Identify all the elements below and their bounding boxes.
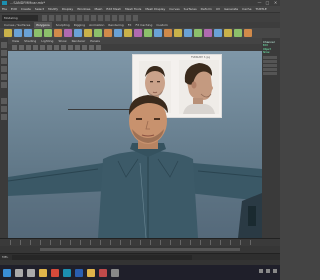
shelf-tool-icon[interactable] (124, 29, 132, 37)
shelf-tool-icon[interactable] (4, 29, 12, 37)
bookmarks-icon[interactable] (19, 45, 24, 50)
photoshop-icon[interactable] (75, 268, 83, 277)
scale-tool-icon[interactable] (1, 82, 7, 88)
shelf-tool-icon[interactable] (114, 29, 122, 37)
attribute-row[interactable] (263, 55, 277, 59)
select-hierarchy-icon[interactable] (77, 15, 82, 21)
shelf-tool-icon[interactable] (84, 29, 92, 37)
attribute-row[interactable] (263, 71, 277, 75)
snap-curve-icon[interactable] (105, 15, 110, 21)
shelf-tool-icon[interactable] (174, 29, 182, 37)
range-slider[interactable] (0, 246, 280, 253)
camera-attributes-icon[interactable] (12, 45, 17, 50)
wireframe-icon[interactable] (54, 45, 59, 50)
maya-icon[interactable] (63, 268, 71, 277)
shelf-tool-icon[interactable] (34, 29, 42, 37)
character-model[interactable] (8, 51, 262, 238)
file-explorer-icon[interactable] (39, 268, 47, 277)
ipr-render-icon[interactable] (126, 15, 131, 21)
shelf-tool-icon[interactable] (134, 29, 142, 37)
channel-box-show[interactable]: Show (263, 51, 279, 55)
four-view-layout-icon[interactable] (1, 106, 7, 112)
film-gate-icon[interactable] (40, 45, 45, 50)
channel-box: Channel Edit Object Show (262, 38, 280, 238)
select-tool-icon[interactable] (1, 42, 7, 48)
lasso-tool-icon[interactable] (1, 50, 7, 56)
save-scene-icon[interactable] (56, 15, 61, 21)
volume-icon[interactable] (266, 269, 270, 273)
select-object-icon[interactable] (84, 15, 89, 21)
select-component-icon[interactable] (91, 15, 96, 21)
open-scene-icon[interactable] (49, 15, 54, 21)
windows-taskbar (0, 265, 280, 280)
undo-icon[interactable] (63, 15, 68, 21)
settings-icon[interactable] (111, 268, 119, 277)
shelf-tool-icon[interactable] (244, 29, 252, 37)
channel-box-attributes (263, 55, 279, 75)
redo-icon[interactable] (70, 15, 75, 21)
shelf-tool-icon[interactable] (94, 29, 102, 37)
image-plane-icon[interactable] (26, 45, 31, 50)
windows-icon[interactable] (3, 268, 11, 277)
shelf-tool-icon[interactable] (164, 29, 172, 37)
system-tray (259, 269, 277, 273)
shelf-tool-icon[interactable] (74, 29, 82, 37)
task-view-icon[interactable] (27, 268, 35, 277)
time-slider[interactable] (0, 238, 280, 246)
smooth-shade-icon[interactable] (61, 45, 66, 50)
move-tool-icon[interactable] (1, 66, 7, 72)
xray-icon[interactable] (89, 45, 94, 50)
status-line-icons (42, 15, 138, 21)
shelf-tool-icon[interactable] (24, 29, 32, 37)
media-icon[interactable] (99, 268, 107, 277)
single-view-layout-icon[interactable] (1, 98, 7, 104)
perspective-viewport[interactable]: FSBNLMH 3.jpg (8, 51, 262, 238)
shelf-tool-icon[interactable] (144, 29, 152, 37)
shelf-tool-icon[interactable] (234, 29, 242, 37)
isolate-select-icon[interactable] (96, 45, 101, 50)
window-title: ...SANDFMMcar.mb* (10, 1, 46, 5)
command-line: MEL (0, 253, 280, 260)
shelf-tool-icon[interactable] (154, 29, 162, 37)
paint-select-icon[interactable] (1, 58, 7, 64)
shadows-icon[interactable] (82, 45, 87, 50)
shelf-tool-icon[interactable] (204, 29, 212, 37)
shelf-tool-icon[interactable] (214, 29, 222, 37)
range-slider-bar[interactable] (40, 248, 240, 251)
shelf-tool-icon[interactable] (44, 29, 52, 37)
shelf-tool-icon[interactable] (14, 29, 22, 37)
attribute-row[interactable] (263, 63, 277, 67)
new-scene-icon[interactable] (42, 15, 47, 21)
textured-icon[interactable] (68, 45, 73, 50)
notification-icon[interactable] (273, 269, 277, 273)
shelf-tool-icon[interactable] (184, 29, 192, 37)
outliner-layout-icon[interactable] (1, 114, 7, 120)
grid-icon[interactable] (33, 45, 38, 50)
shelf-tool-icon[interactable] (224, 29, 232, 37)
attribute-row[interactable] (263, 67, 277, 71)
attribute-row[interactable] (263, 59, 277, 63)
time-slider-ticks (10, 240, 260, 245)
chrome-icon[interactable] (51, 268, 59, 277)
folder-icon[interactable] (87, 268, 95, 277)
tool-box (0, 38, 8, 238)
search-icon[interactable] (15, 268, 23, 277)
render-icon[interactable] (119, 15, 124, 21)
snap-point-icon[interactable] (112, 15, 117, 21)
menu-set-dropdown[interactable]: Modeling (2, 15, 38, 21)
maya-logo-icon (2, 1, 7, 5)
shelf-tool-icon[interactable] (64, 29, 72, 37)
status-line: Modeling (0, 12, 280, 22)
network-icon[interactable] (259, 269, 263, 273)
shelf-tool-icon[interactable] (54, 29, 62, 37)
shelf-tool-icon[interactable] (194, 29, 202, 37)
panel-toolbar (8, 44, 262, 51)
shelf-icon-row (0, 28, 280, 38)
render-settings-icon[interactable] (133, 15, 138, 21)
shelf-tool-icon[interactable] (104, 29, 112, 37)
resolution-gate-icon[interactable] (47, 45, 52, 50)
rotate-tool-icon[interactable] (1, 74, 7, 80)
use-lights-icon[interactable] (75, 45, 80, 50)
snap-grid-icon[interactable] (98, 15, 103, 21)
